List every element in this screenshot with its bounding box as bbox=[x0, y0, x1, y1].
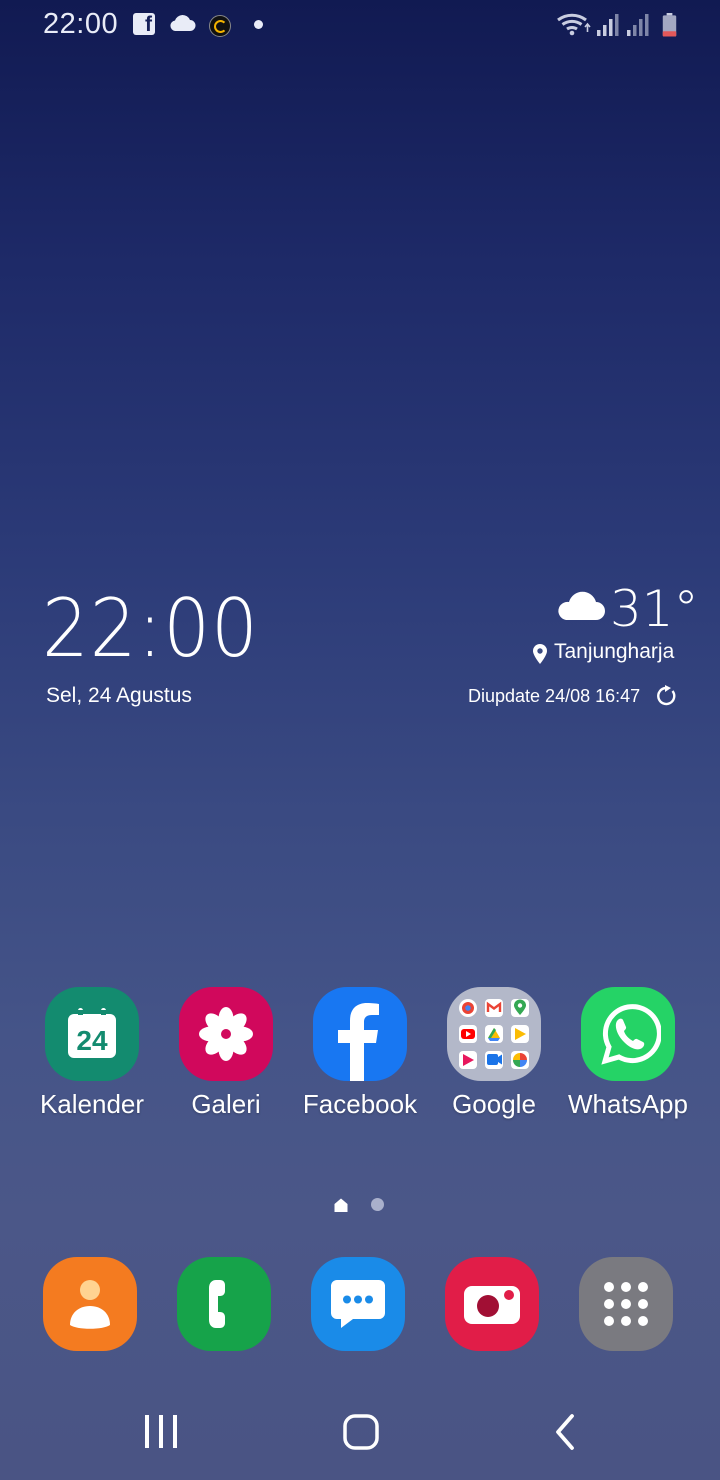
app-google-folder[interactable]: Google bbox=[429, 987, 559, 1120]
page-dot bbox=[371, 1198, 384, 1211]
app-label: Kalender bbox=[39, 1089, 145, 1119]
facebook-notification-icon: f bbox=[133, 13, 155, 36]
wifi-icon bbox=[557, 13, 591, 36]
phone-icon bbox=[209, 1280, 225, 1328]
dock-camera[interactable] bbox=[427, 1257, 557, 1351]
phone-app-icon bbox=[177, 1257, 271, 1351]
contacts-icon bbox=[70, 1280, 110, 1329]
dock-app-drawer[interactable] bbox=[561, 1257, 691, 1351]
apps-app-icon bbox=[579, 1257, 673, 1351]
app-kalender[interactable]: 24 Kalender bbox=[27, 987, 157, 1120]
app-galeri[interactable]: Galeri bbox=[161, 987, 291, 1120]
dock-phone[interactable] bbox=[159, 1257, 289, 1351]
cloud-notification-icon bbox=[170, 15, 196, 31]
camera-icon bbox=[464, 1286, 520, 1324]
calendar-icon: 24 bbox=[68, 1008, 116, 1058]
weather-location: Tanjungharja bbox=[554, 640, 675, 663]
location-pin-icon bbox=[533, 644, 547, 664]
weather-temperature: 31° bbox=[610, 580, 699, 638]
status-bar[interactable]: 22:00 f bbox=[0, 0, 720, 52]
facebook-icon bbox=[338, 1003, 379, 1081]
dock-messages[interactable] bbox=[293, 1257, 423, 1351]
signal-icon bbox=[627, 14, 649, 36]
flower-icon bbox=[199, 1007, 253, 1061]
refresh-icon[interactable] bbox=[655, 685, 677, 707]
calendar-app-icon: 24 bbox=[45, 987, 139, 1081]
folder-icon bbox=[459, 999, 529, 1069]
apps-grid-icon bbox=[604, 1282, 648, 1326]
dock-contacts[interactable] bbox=[25, 1257, 155, 1351]
clock-date: Sel, 24 Agustus bbox=[46, 684, 192, 707]
contacts-app-icon bbox=[43, 1257, 137, 1351]
app-label: WhatsApp bbox=[568, 1089, 688, 1119]
whatsapp-icon bbox=[601, 1004, 661, 1065]
battery-icon bbox=[662, 13, 677, 37]
whatsapp-app-icon bbox=[581, 987, 675, 1081]
facebook-app-icon bbox=[313, 987, 407, 1081]
camera-app-icon bbox=[445, 1257, 539, 1351]
dot-icon bbox=[254, 20, 263, 29]
page-indicator[interactable] bbox=[333, 1197, 393, 1213]
gallery-app-icon bbox=[179, 987, 273, 1081]
google-folder-icon bbox=[447, 987, 541, 1081]
messages-icon bbox=[331, 1280, 385, 1328]
app-facebook[interactable]: Facebook bbox=[295, 987, 425, 1120]
game-notification-icon bbox=[209, 15, 231, 37]
weather-updated-time: Diupdate 24/08 16:47 bbox=[468, 686, 641, 706]
app-label: Google bbox=[452, 1089, 536, 1119]
calendar-day: 24 bbox=[76, 1025, 108, 1056]
back-icon[interactable] bbox=[550, 1412, 580, 1452]
signal-icon bbox=[597, 14, 619, 36]
clock-time: 22:00 bbox=[42, 582, 259, 675]
cloud-icon bbox=[558, 591, 605, 620]
recent-apps-icon[interactable] bbox=[141, 1412, 181, 1452]
messages-app-icon bbox=[311, 1257, 405, 1351]
app-label: Galeri bbox=[191, 1089, 261, 1119]
app-label: Facebook bbox=[302, 1089, 418, 1119]
home-page-indicator-icon bbox=[334, 1198, 348, 1212]
navigation-bar bbox=[0, 1392, 720, 1480]
app-whatsapp[interactable]: WhatsApp bbox=[563, 987, 693, 1120]
home-icon[interactable] bbox=[341, 1412, 381, 1452]
status-time: 22:00 bbox=[43, 8, 119, 40]
